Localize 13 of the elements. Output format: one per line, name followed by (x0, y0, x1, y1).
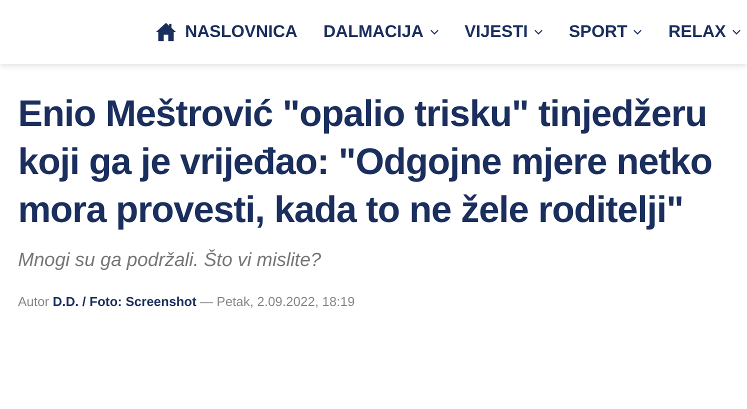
nav-link[interactable]: NASLOVNICA (154, 22, 298, 42)
nav-link[interactable]: VIJESTI (464, 22, 543, 42)
nav-link[interactable]: SPORT (568, 22, 642, 42)
caret-icon (430, 29, 438, 35)
byline: Autor D.D. / Foto: Screenshot — Petak, 2.09.2022, 18:19 (18, 294, 356, 309)
article-title: Enio Meštrović "opalio trisku" tinjedžeru koji ga je vrijeđao: "Odgojne mjere netko mora provesti, kada to ne žele roditelji" (18, 92, 714, 232)
nav-link[interactable]: DALMACIJA (323, 22, 438, 42)
caret-icon (534, 29, 543, 35)
article-subtitle: Mnogi su ga podržali. Što vi mislite? (18, 250, 322, 272)
home-icon (154, 22, 177, 42)
nav-link[interactable]: RELAX (668, 22, 741, 42)
caret-icon (633, 29, 642, 35)
caret-icon (732, 29, 741, 35)
